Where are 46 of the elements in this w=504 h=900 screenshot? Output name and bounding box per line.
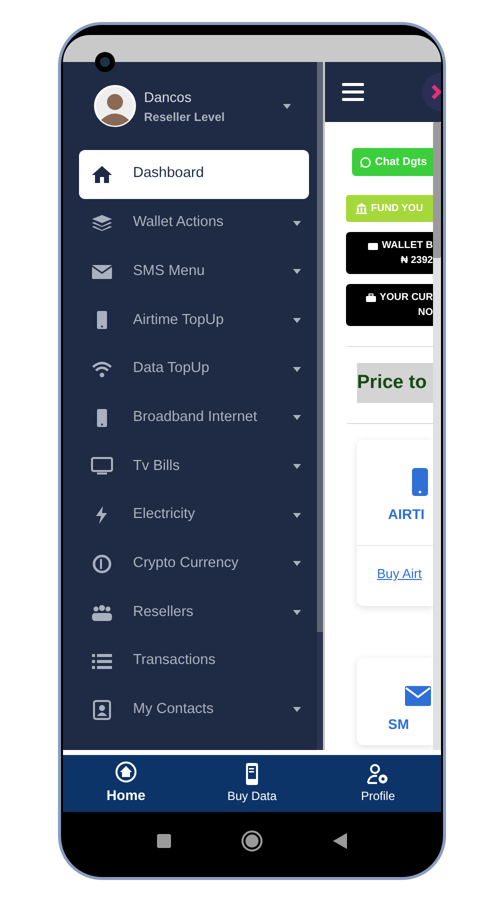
logo-icon bbox=[421, 72, 441, 112]
section-heading: Price to bbox=[357, 363, 433, 403]
info-title: YOUR CUR bbox=[380, 291, 433, 305]
scrollbar[interactable] bbox=[433, 122, 441, 750]
sidebar-item[interactable]: Broadband Internet bbox=[79, 393, 309, 442]
sidebar-item[interactable]: SMS Menu bbox=[79, 247, 309, 296]
sidebar-item[interactable]: Tv Bills bbox=[79, 442, 309, 491]
people-icon bbox=[91, 602, 113, 623]
scrollbar[interactable] bbox=[317, 62, 323, 750]
nav-tab[interactable]: Home bbox=[63, 755, 189, 812]
avatar bbox=[94, 85, 136, 127]
info-value: ₦ 2392 bbox=[400, 254, 433, 268]
home-icon bbox=[91, 164, 113, 184]
sidebar-item[interactable]: Airtime TopUp bbox=[79, 296, 309, 345]
nav-tab[interactable]: Buy Data bbox=[189, 755, 315, 812]
sidebar-item[interactable]: Dashboard bbox=[79, 150, 309, 199]
sidebar-item[interactable]: My Contacts bbox=[79, 686, 309, 734]
list-icon bbox=[91, 651, 113, 672]
user-name: Dancos bbox=[144, 88, 192, 106]
tv-icon bbox=[91, 456, 113, 476]
home-icon bbox=[115, 761, 137, 783]
chat-icon bbox=[360, 156, 371, 168]
info-title: WALLET B bbox=[382, 239, 433, 253]
service-title: SM bbox=[387, 714, 410, 734]
layers-icon bbox=[91, 213, 113, 234]
sidebar-item[interactable]: Resellers bbox=[79, 588, 309, 637]
user-settings-icon bbox=[367, 762, 389, 784]
menu-icon[interactable] bbox=[342, 83, 364, 101]
user-level: Reseller Level bbox=[144, 108, 226, 126]
briefcase-icon bbox=[366, 292, 376, 302]
wifi-icon bbox=[91, 359, 113, 380]
info-value: NO bbox=[418, 306, 433, 320]
wallet-icon bbox=[368, 240, 378, 250]
contact-card-icon bbox=[91, 700, 113, 720]
sidebar-item[interactable]: Crypto Currency bbox=[79, 540, 309, 588]
sidebar-item[interactable]: Transactions bbox=[79, 636, 309, 686]
buy-link[interactable]: Buy Airt bbox=[357, 546, 433, 606]
bank-icon bbox=[356, 203, 367, 214]
home-icon[interactable] bbox=[241, 830, 263, 852]
caret-icon[interactable] bbox=[283, 104, 291, 108]
sidebar-item[interactable]: Wallet Actions bbox=[79, 198, 309, 248]
sidebar-item[interactable]: Electricity bbox=[79, 490, 309, 540]
sidebar-item[interactable]: Data TopUp bbox=[79, 344, 309, 394]
back-icon[interactable] bbox=[333, 833, 347, 849]
nav-tab[interactable]: Profile bbox=[315, 755, 441, 812]
phone-icon bbox=[412, 468, 428, 496]
